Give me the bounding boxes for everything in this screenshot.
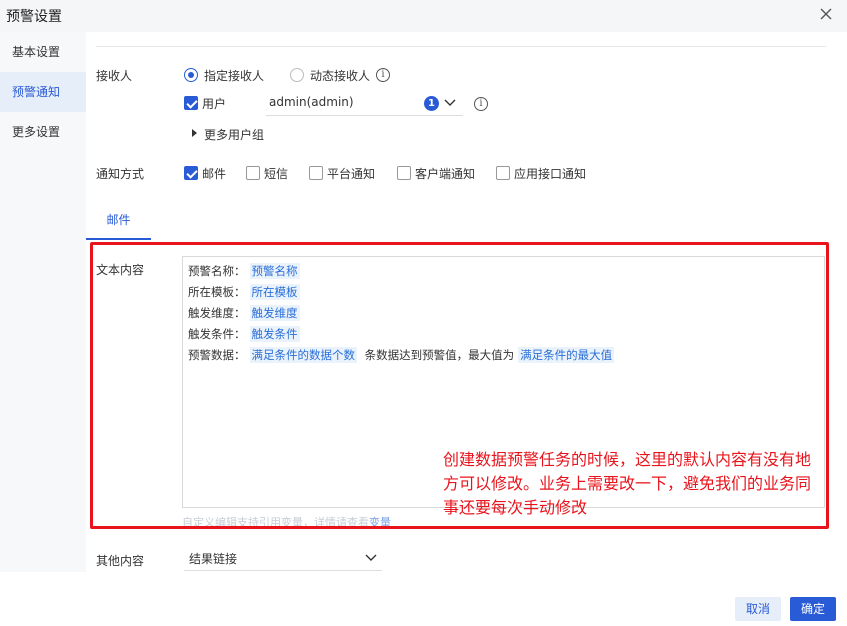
close-icon[interactable] [817, 5, 835, 23]
caret-right-icon[interactable] [190, 129, 198, 137]
dialog-footer: 取消 确定 [0, 580, 847, 626]
cancel-button[interactable]: 取消 [735, 597, 781, 621]
notify-sms-checkbox[interactable] [246, 166, 260, 180]
sidebar-item-more[interactable]: 更多设置 [0, 112, 86, 152]
radio-fixed-label: 指定接收人 [204, 69, 265, 83]
other-content-select[interactable]: 结果链接 [184, 545, 382, 571]
notify-sms-label: 短信 [264, 167, 289, 181]
dialog-header: 预警设置 [0, 0, 847, 32]
notify-api-label: 应用接口通知 [514, 167, 587, 181]
other-content-label: 其他内容 [96, 554, 145, 568]
notify-platform-checkbox[interactable] [309, 166, 323, 180]
other-content-value: 结果链接 [189, 552, 238, 566]
chevron-down-icon[interactable] [444, 98, 456, 108]
chevron-down-icon [365, 554, 377, 561]
sidebar: 基本设置 预警通知 更多设置 [0, 32, 86, 572]
radio-dynamic-receiver[interactable] [290, 68, 304, 82]
annotation-text: 创建数据预警任务的时候，这里的默认内容有没有地方可以修改。业务上需要改一下，避免… [443, 450, 812, 517]
main-content: 接收人 指定接收人 动态接收人 i 用户 admin(admin) 1 i 更多… [86, 32, 847, 572]
receiver-label: 接收人 [96, 69, 133, 83]
user-label: 用户 [202, 97, 227, 111]
confirm-button[interactable]: 确定 [790, 597, 836, 621]
notify-api-checkbox[interactable] [496, 166, 510, 180]
user-checkbox[interactable] [184, 96, 198, 110]
notify-platform-label: 平台通知 [327, 167, 376, 181]
divider [96, 46, 826, 47]
notify-email-label: 邮件 [202, 167, 227, 181]
sidebar-item-notify[interactable]: 预警通知 [0, 72, 86, 112]
info-icon[interactable]: i [474, 97, 488, 111]
radio-fixed-receiver[interactable] [184, 68, 198, 82]
alert-settings-dialog: 预警设置 基本设置 预警通知 更多设置 接收人 指定接收人 动态接收人 i 用户… [0, 0, 847, 626]
tab-email[interactable]: 邮件 [86, 206, 151, 240]
info-icon[interactable]: i [376, 68, 390, 82]
user-select-value: admin(admin) [269, 95, 354, 109]
radio-dynamic-label: 动态接收人 [310, 69, 371, 83]
more-groups-link[interactable]: 更多用户组 [204, 126, 264, 143]
user-count-badge: 1 [424, 96, 439, 111]
notify-client-label: 客户端通知 [415, 167, 476, 181]
notify-client-checkbox[interactable] [397, 166, 411, 180]
sidebar-item-basic[interactable]: 基本设置 [0, 32, 86, 72]
notify-email-checkbox[interactable] [184, 166, 198, 180]
dialog-title: 预警设置 [6, 9, 62, 25]
notify-label: 通知方式 [96, 167, 145, 181]
